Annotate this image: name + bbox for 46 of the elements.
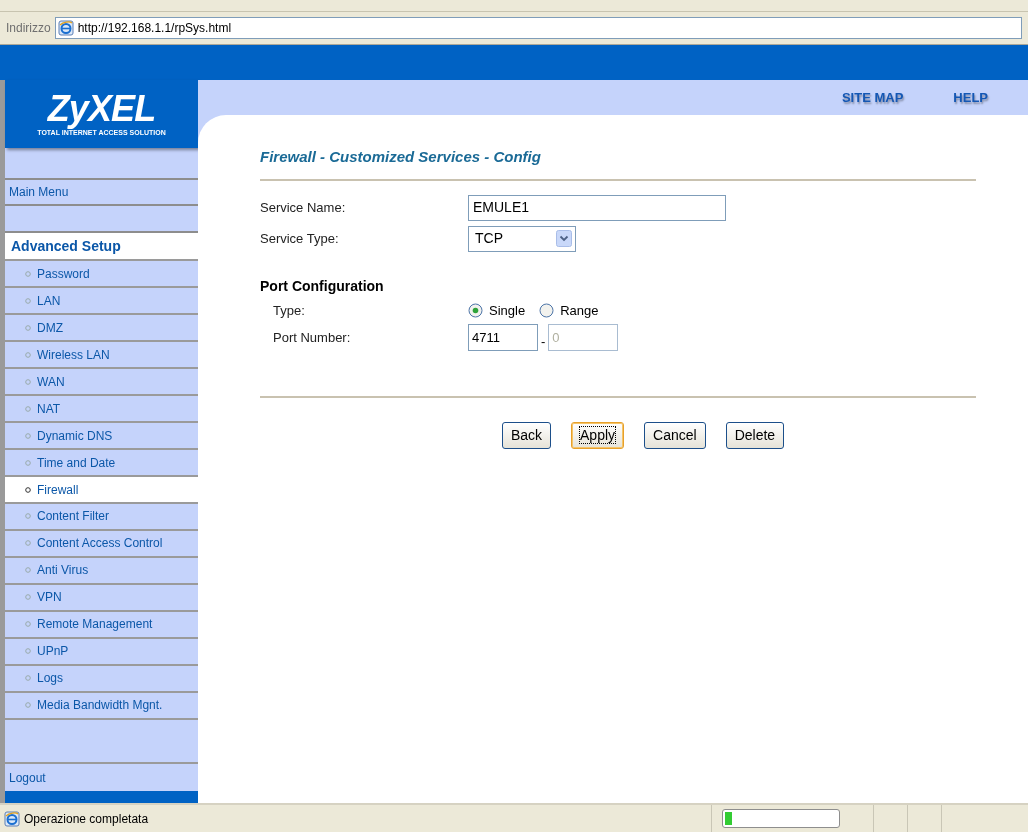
bullet-icon (25, 486, 31, 493)
logout-link[interactable]: Logout (5, 764, 198, 792)
section-heading: Advanced Setup (5, 233, 198, 260)
bullet-icon (25, 702, 31, 709)
bullet-icon (25, 648, 31, 655)
radio-label: Range (560, 301, 599, 320)
bullet-icon (25, 270, 31, 277)
range-separator: - (541, 332, 546, 351)
bullet-icon (25, 297, 31, 304)
radio-button[interactable] (539, 302, 555, 318)
bullet-icon (25, 351, 31, 358)
bullet-icon (25, 594, 31, 601)
form-button[interactable]: Delete (725, 422, 785, 449)
field-label: Service Name: (260, 198, 347, 217)
field-label: Service Type: (260, 229, 340, 248)
service-name-field[interactable]: EMULE1 (468, 194, 726, 221)
bullet-icon (25, 540, 31, 547)
field-label: Port Number: (272, 328, 352, 347)
section-heading: Port Configuration (260, 276, 385, 296)
logo: ZyXEL (47, 89, 156, 128)
header-link[interactable]: SITE MAP (841, 87, 904, 108)
header-link[interactable]: HELP (953, 87, 988, 108)
address-field[interactable]: http://192.168.1.1/rpSys.html (54, 17, 1022, 39)
port-from-field[interactable]: 4711 (468, 324, 538, 351)
field-label: Type: (272, 301, 306, 320)
bullet-icon (25, 567, 31, 574)
form-button[interactable]: Cancel (644, 422, 706, 449)
bullet-icon (25, 621, 31, 628)
browser-icon (57, 20, 74, 36)
status-text: Operazione completata (24, 810, 150, 828)
bullet-icon (25, 378, 31, 385)
address-label: Indirizzo (6, 20, 51, 37)
radio-button[interactable] (468, 302, 483, 318)
form-button[interactable]: Apply (571, 422, 625, 449)
bullet-icon (25, 432, 31, 439)
bullet-icon (25, 459, 31, 466)
sidebar-item[interactable]: Firewall (5, 475, 198, 502)
bullet-icon (25, 405, 31, 412)
page-title: Firewall - Customized Services - Config (260, 147, 542, 167)
bullet-icon (25, 513, 31, 520)
page-status-icon (4, 810, 20, 827)
service-type-dropdown[interactable]: TCP (468, 225, 576, 252)
bullet-icon (25, 324, 31, 331)
form-button[interactable]: Back (501, 422, 551, 449)
bullet-icon (25, 675, 31, 682)
radio-label: Single (489, 301, 526, 320)
